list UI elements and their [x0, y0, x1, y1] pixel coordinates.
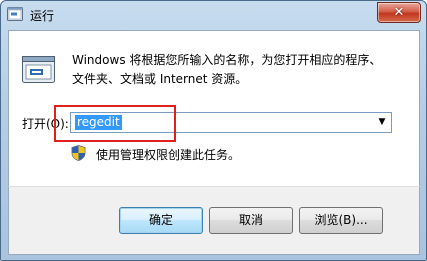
open-combobox[interactable]: regedit ▼ — [70, 112, 392, 133]
description-line-1: Windows 将根据您所输入的名称，为您打开相应的程序、 — [72, 53, 382, 67]
description-line-2: 文件夹、文档或 Internet 资源。 — [72, 72, 248, 86]
cancel-button[interactable]: 取消 — [209, 207, 293, 234]
window-title: 运行 — [30, 9, 55, 23]
title-bar[interactable]: 运行 ✕ — [1, 1, 426, 29]
description: Windows 将根据您所输入的名称，为您打开相应的程序、 文件夹、文档或 In… — [72, 51, 402, 89]
uac-shield-icon — [71, 145, 86, 161]
close-icon: ✕ — [393, 5, 405, 20]
run-dialog: 运行 ✕ Windows 将根据您所输入的名称，为您打开相应的程序、 文件夹、文… — [0, 0, 427, 261]
browse-button[interactable]: 浏览(B)... — [299, 207, 383, 234]
open-label: 打开(O): — [22, 117, 69, 131]
open-input-value[interactable]: regedit — [75, 115, 122, 130]
admin-privilege-note: 使用管理权限创建此任务。 — [96, 148, 241, 162]
close-button[interactable]: ✕ — [377, 2, 421, 23]
ok-button[interactable]: 确定 — [119, 207, 203, 234]
run-app-icon — [7, 7, 23, 21]
button-bar: 确定 取消 浏览(B)... — [8, 186, 420, 255]
dialog-content: Windows 将根据您所输入的名称，为您打开相应的程序、 文件夹、文档或 In… — [8, 30, 420, 187]
run-dialog-icon — [22, 56, 55, 83]
dropdown-arrow-icon[interactable]: ▼ — [376, 115, 388, 130]
